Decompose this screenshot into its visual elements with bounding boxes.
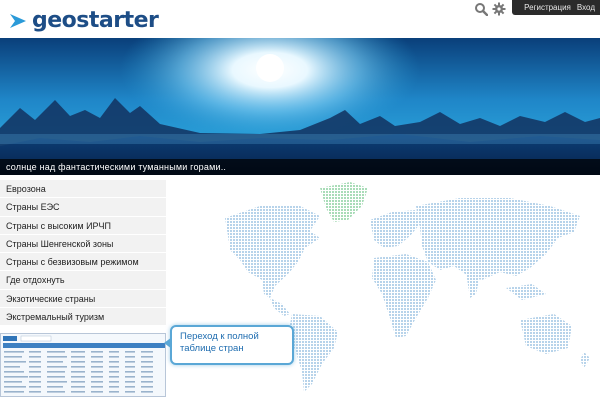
banner-image — [0, 38, 600, 175]
gear-icon[interactable] — [492, 2, 506, 16]
greenland — [320, 182, 368, 222]
africa — [372, 254, 436, 338]
register-link[interactable]: Регистрация — [524, 3, 571, 12]
sidebar: Еврозона Страны ЕЭС Страны с высоким ИРЧ… — [0, 180, 166, 327]
sidebar-item-eurozone[interactable]: Еврозона — [0, 180, 166, 199]
header-icons — [474, 2, 506, 16]
europe — [370, 210, 420, 248]
logo-text: geostarter — [32, 8, 159, 33]
hero-banner: солнце над фантастическими туманными гор… — [0, 38, 600, 175]
login-link[interactable]: Вход — [577, 3, 595, 12]
logo[interactable]: geostarter — [8, 8, 159, 33]
sidebar-item-extreme[interactable]: Экстремальный туризм — [0, 308, 166, 327]
callout-arrow — [164, 337, 172, 349]
australia — [520, 314, 572, 354]
sidebar-item-visa-free[interactable]: Страны с безвизовым режимом — [0, 253, 166, 272]
south-america — [288, 314, 338, 392]
search-icon[interactable] — [474, 2, 488, 16]
sidebar-item-exotic[interactable]: Экзотические страны — [0, 289, 166, 309]
sidebar-item-high-hdi[interactable]: Страны с высоким ИРЧП — [0, 216, 166, 235]
banner-caption: солнце над фантастическими туманными гор… — [0, 159, 600, 175]
countries-table-thumbnail[interactable] — [0, 333, 166, 397]
callout-text: Переход к полной таблице стран — [180, 331, 259, 354]
full-table-callout[interactable]: Переход к полной таблице стран — [164, 325, 294, 365]
table-preview-image — [1, 334, 165, 396]
logo-arrow-icon — [10, 13, 26, 28]
north-america — [225, 206, 320, 298]
sidebar-item-vacation[interactable]: Где отдохнуть — [0, 271, 166, 290]
auth-bar: Регистрация Вход — [512, 0, 600, 15]
sidebar-item-schengen[interactable]: Страны Шенгенской зоны — [0, 234, 166, 254]
asia — [416, 198, 580, 280]
sidebar-item-eec[interactable]: Страны ЕЭС — [0, 198, 166, 217]
header: geostarter Регистрация Вход — [0, 0, 600, 38]
